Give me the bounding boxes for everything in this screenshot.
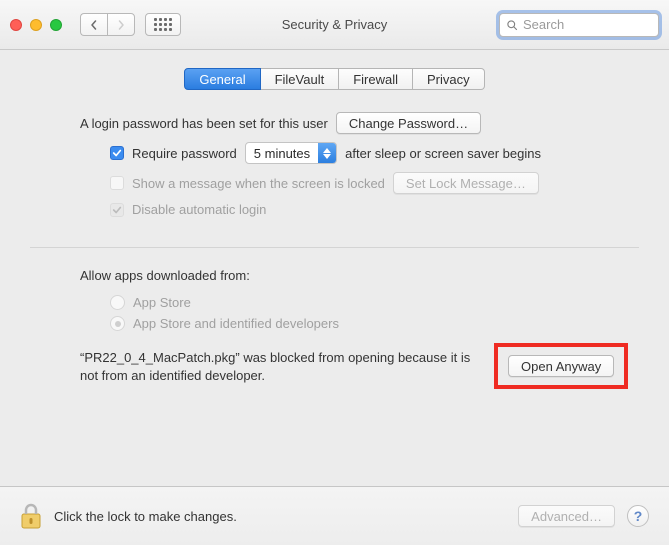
open-anyway-button[interactable]: Open Anyway: [508, 355, 614, 377]
section-divider: [30, 247, 639, 248]
disable-auto-login-checkbox: [110, 203, 124, 217]
set-lock-message-button: Set Lock Message…: [393, 172, 539, 194]
require-password-label-before: Require password: [132, 146, 237, 161]
allow-identified-label: App Store and identified developers: [133, 316, 339, 331]
window-toolbar: Security & Privacy: [0, 0, 669, 50]
grid-icon: [154, 18, 172, 31]
lock-hint-text: Click the lock to make changes.: [54, 509, 237, 524]
tab-filevault[interactable]: FileVault: [261, 68, 340, 90]
checkmark-icon: [112, 205, 122, 215]
allow-appstore-radio: [110, 295, 125, 310]
allow-appstore-label: App Store: [133, 295, 191, 310]
select-value: 5 minutes: [246, 143, 318, 163]
search-field[interactable]: [499, 13, 659, 37]
show-all-button[interactable]: [145, 13, 181, 36]
preference-pane: General FileVault Firewall Privacy A log…: [0, 50, 669, 487]
tab-bar: General FileVault Firewall Privacy: [30, 68, 639, 90]
chevron-right-icon: [116, 20, 126, 30]
show-lock-message-checkbox: [110, 176, 124, 190]
advanced-button[interactable]: Advanced…: [518, 505, 615, 527]
help-button[interactable]: ?: [627, 505, 649, 527]
lock-icon[interactable]: [20, 502, 42, 530]
require-password-checkbox[interactable]: [110, 146, 124, 160]
disable-auto-login-label: Disable automatic login: [132, 202, 266, 217]
tab-general[interactable]: General: [184, 68, 260, 90]
search-input[interactable]: [523, 17, 652, 32]
nav-back-forward: [80, 13, 135, 36]
annotation-highlight: Open Anyway: [494, 343, 628, 389]
login-password-status: A login password has been set for this u…: [80, 116, 328, 131]
chevron-left-icon: [89, 20, 99, 30]
minimize-window-button[interactable]: [30, 19, 42, 31]
search-icon: [506, 19, 518, 31]
require-password-label-after: after sleep or screen saver begins: [345, 146, 541, 161]
require-password-delay-select[interactable]: 5 minutes: [245, 142, 337, 164]
select-stepper-icon: [318, 143, 336, 163]
back-button[interactable]: [80, 13, 107, 36]
tab-firewall[interactable]: Firewall: [339, 68, 413, 90]
window-controls: [10, 19, 62, 31]
gatekeeper-blocked-message: “PR22_0_4_MacPatch.pkg” was blocked from…: [80, 349, 480, 385]
forward-button[interactable]: [107, 13, 135, 36]
tab-privacy[interactable]: Privacy: [413, 68, 485, 90]
allow-apps-label: Allow apps downloaded from:: [30, 268, 639, 283]
allow-identified-radio: [110, 316, 125, 331]
checkmark-icon: [112, 148, 122, 158]
show-lock-message-label: Show a message when the screen is locked: [132, 176, 385, 191]
change-password-button[interactable]: Change Password…: [336, 112, 481, 134]
zoom-window-button[interactable]: [50, 19, 62, 31]
close-window-button[interactable]: [10, 19, 22, 31]
pane-footer: Click the lock to make changes. Advanced…: [0, 487, 669, 545]
